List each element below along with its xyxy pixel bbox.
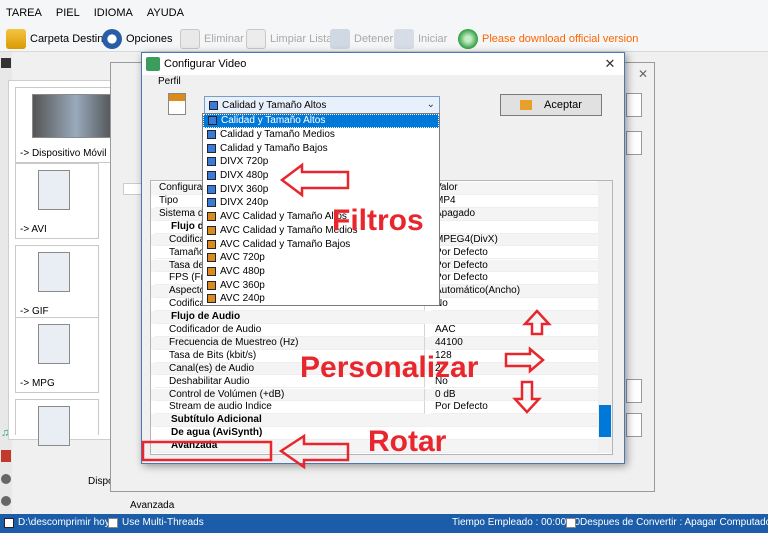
right-arrow-icon (504, 346, 545, 374)
folder-icon (4, 517, 14, 528)
left-arrow-icon (278, 433, 350, 470)
annotation-filtros: Filtros (332, 204, 424, 237)
highlight-box (141, 440, 273, 462)
checkbox[interactable] (566, 517, 576, 528)
down-arrow-icon (512, 380, 542, 414)
status-bar: D:\descomprimir hoy Use Multi-Threads Ti… (0, 514, 768, 533)
annotation-personalizar: Personalizar (300, 351, 479, 384)
after-convert-checkbox[interactable]: Despues de Convertir : Apagar Computador… (566, 517, 768, 528)
annotation-rotar: Rotar (368, 425, 447, 458)
elapsed-time: Tiempo Empleado : 00:00:00 (452, 517, 581, 528)
left-arrow-icon (279, 162, 350, 198)
up-arrow-icon (522, 309, 552, 336)
multithreads-checkbox[interactable]: Use Multi-Threads (108, 517, 204, 528)
output-path[interactable]: D:\descomprimir hoy (4, 517, 110, 528)
checkbox[interactable] (108, 517, 118, 528)
